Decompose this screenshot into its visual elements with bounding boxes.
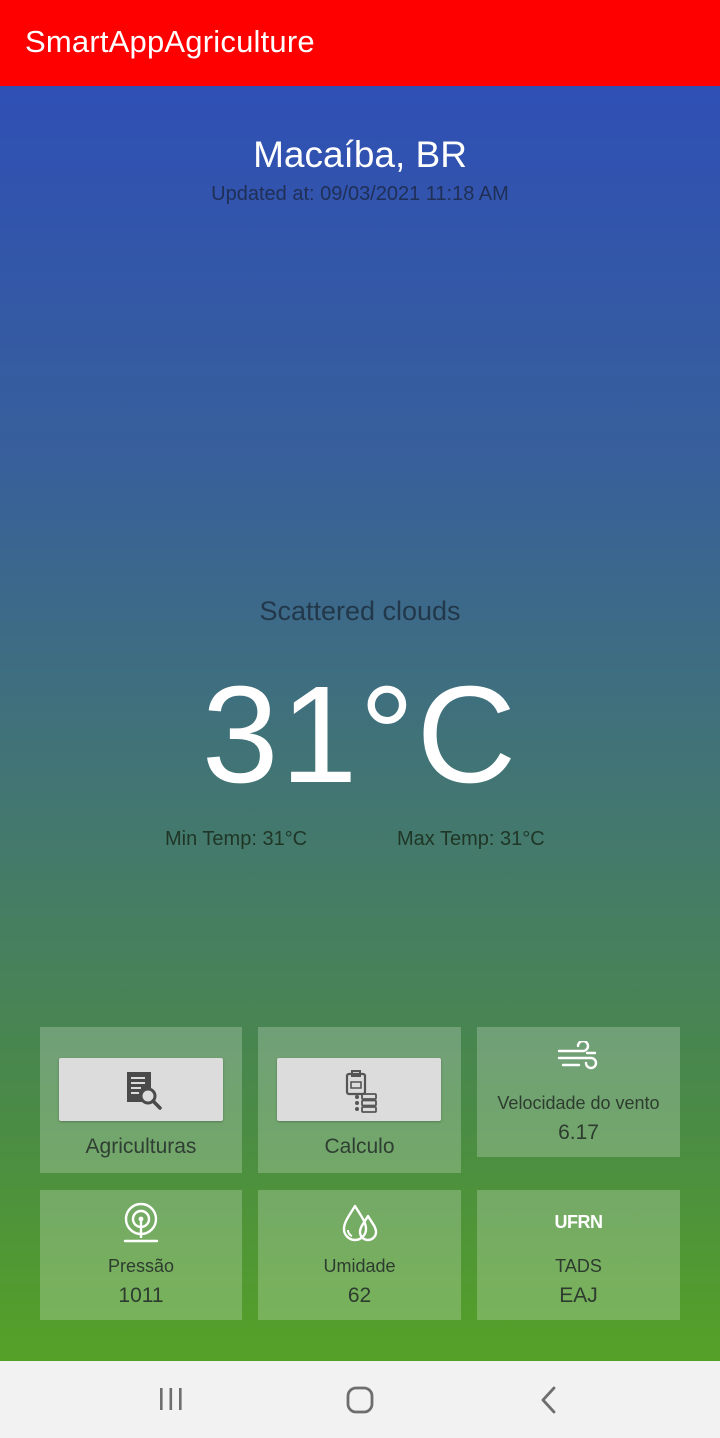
recents-icon[interactable]: [158, 1387, 184, 1416]
document-search-icon: [127, 1072, 162, 1110]
humidity-card: Umidade 62: [258, 1190, 461, 1320]
app-title: SmartAppAgriculture: [25, 24, 315, 59]
system-navigation-bar: [0, 1361, 720, 1438]
tads-label: TADS: [555, 1256, 602, 1276]
tads-value: EAJ: [559, 1284, 598, 1307]
wind-value: 6.17: [558, 1121, 599, 1144]
current-temperature: 31°C: [201, 658, 519, 812]
wind-label: Velocidade do vento: [497, 1093, 660, 1113]
calculo-label: Calculo: [324, 1135, 395, 1158]
agriculturas-label: Agriculturas: [85, 1135, 197, 1158]
updated-at: Updated at: 09/03/2021 11:18 AM: [211, 183, 509, 205]
pressure-icon: [40, 1202, 242, 1249]
humidity-drops-icon: [258, 1202, 461, 1249]
agriculturas-button[interactable]: [59, 1058, 223, 1121]
pressure-card: Pressão 1011: [40, 1190, 242, 1320]
calculo-button[interactable]: [277, 1058, 441, 1121]
wind-icon: [477, 1039, 680, 1078]
clipboard-list-icon: [345, 1070, 377, 1113]
weather-panel: Macaíba, BR Updated at: 09/03/2021 11:18…: [0, 86, 720, 1361]
city-name: Macaíba, BR: [253, 134, 467, 175]
tads-card: UFRN TADS EAJ: [477, 1190, 680, 1320]
agriculturas-card: Agriculturas: [40, 1027, 242, 1173]
app-bar: SmartAppAgriculture: [0, 0, 720, 86]
ufrn-logo: UFRN: [554, 1212, 604, 1232]
min-temp: Min Temp: 31°C: [165, 828, 308, 850]
humidity-label: Umidade: [323, 1256, 396, 1276]
wind-card: Velocidade do vento 6.17: [477, 1027, 680, 1157]
back-icon[interactable]: [538, 1385, 560, 1420]
pressure-value: 1011: [118, 1284, 164, 1307]
home-icon[interactable]: [345, 1385, 375, 1420]
weather-status: Scattered clouds: [259, 596, 461, 626]
humidity-value: 62: [347, 1284, 372, 1307]
pressure-label: Pressão: [107, 1256, 175, 1276]
max-temp: Max Temp: 31°C: [397, 828, 545, 850]
calculo-card: Calculo: [258, 1027, 461, 1173]
